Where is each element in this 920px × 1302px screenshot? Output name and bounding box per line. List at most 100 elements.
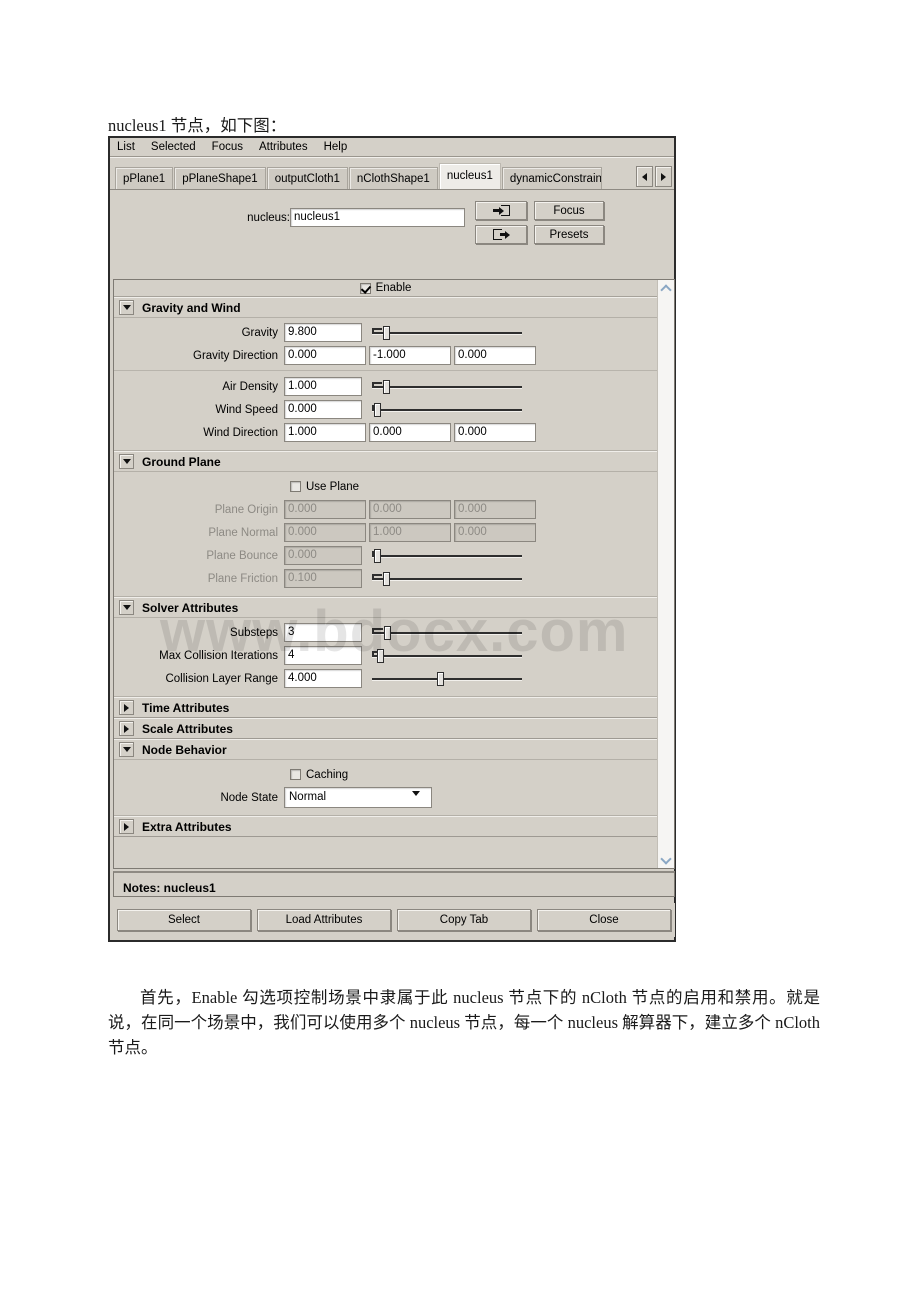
field-plane-friction[interactable]: 0.100	[284, 569, 362, 588]
notes-label: Notes: nucleus1	[123, 881, 216, 895]
slider-handle[interactable]	[383, 380, 390, 394]
row-plane-origin: Plane Origin 0.000 0.000 0.000	[114, 499, 657, 520]
tab-prev-button[interactable]	[636, 166, 653, 187]
menu-item-attributes[interactable]: Attributes	[259, 139, 316, 156]
menu-item-list[interactable]: List	[117, 139, 143, 156]
slider-handle[interactable]	[377, 649, 384, 663]
row-wind-direction: Wind Direction 1.000 0.000 0.000	[114, 422, 657, 443]
disclosure-triangle-ground-plane[interactable]	[119, 454, 134, 469]
menu-bar: List Selected Focus Attributes Help	[110, 138, 674, 157]
field-plane-origin-z[interactable]: 0.000	[454, 500, 536, 519]
arrow-into-box-icon	[492, 205, 510, 216]
tab-dynamicconstraintshape[interactable]: dynamicConstraintSha	[501, 167, 602, 189]
field-plane-origin-x[interactable]: 0.000	[284, 500, 366, 519]
section-header-time-attributes[interactable]: Time Attributes	[114, 697, 657, 718]
label-plane-friction: Plane Friction	[207, 572, 278, 585]
tab-nclothshape1[interactable]: nClothShape1	[348, 167, 438, 189]
disclosure-triangle-extra-attributes[interactable]	[119, 819, 134, 834]
field-plane-bounce[interactable]: 0.000	[284, 546, 362, 565]
field-wind-speed[interactable]: 0.000	[284, 400, 362, 419]
copy-tab-button[interactable]: Copy Tab	[397, 909, 531, 931]
disclosure-triangle-gravity-and-wind[interactable]	[119, 300, 134, 315]
use-plane-checkbox[interactable]: Use Plane	[290, 481, 359, 493]
field-wind-direction-y[interactable]: 0.000	[369, 423, 451, 442]
label-node-state: Node State	[220, 791, 278, 804]
label-collision-layer-range: Collision Layer Range	[165, 672, 278, 685]
field-substeps[interactable]: 3	[284, 623, 362, 642]
section-header-gravity-and-wind[interactable]: Gravity and Wind	[114, 297, 657, 318]
disclosure-triangle-scale-attributes[interactable]	[119, 721, 134, 736]
slider-handle[interactable]	[374, 549, 381, 563]
disclosure-triangle-solver-attributes[interactable]	[119, 600, 134, 615]
slider-handle[interactable]	[383, 326, 390, 340]
checkbox-box-use-plane	[290, 481, 301, 492]
slider-gravity[interactable]	[372, 323, 522, 342]
row-gravity: Gravity 9.800	[114, 322, 657, 343]
node-state-dropdown-button[interactable]	[412, 791, 430, 808]
enable-checkbox[interactable]: Enable	[359, 282, 411, 294]
menu-item-selected[interactable]: Selected	[151, 139, 204, 156]
attribute-scrollbar[interactable]	[657, 280, 674, 868]
save-node-button[interactable]	[475, 225, 527, 244]
section-header-node-behavior[interactable]: Node Behavior	[114, 739, 657, 760]
select-button[interactable]: Select	[117, 909, 251, 931]
field-plane-normal-y[interactable]: 1.000	[369, 523, 451, 542]
disclosure-triangle-node-behavior[interactable]	[119, 742, 134, 757]
scroll-up-button[interactable]	[659, 281, 674, 296]
section-ground-plane: Ground Plane Use Plane Plane Origin 0.00…	[114, 451, 657, 597]
slider-max-collision-iterations[interactable]	[372, 646, 522, 665]
slider-substeps[interactable]	[372, 623, 522, 642]
slider-handle[interactable]	[437, 672, 444, 686]
field-gravity[interactable]: 9.800	[284, 323, 362, 342]
scroll-down-button[interactable]	[659, 852, 674, 867]
node-name-input[interactable]: nucleus1	[290, 208, 465, 227]
slider-handle[interactable]	[383, 572, 390, 586]
section-title-extra-attributes: Extra Attributes	[142, 819, 232, 834]
section-time-attributes: Time Attributes	[114, 697, 657, 718]
tab-nucleus1[interactable]: nucleus1	[438, 163, 501, 189]
slider-plane-friction[interactable]	[372, 569, 522, 588]
load-node-button[interactable]	[475, 201, 527, 220]
menu-item-focus[interactable]: Focus	[212, 139, 251, 156]
section-header-solver-attributes[interactable]: Solver Attributes	[114, 597, 657, 618]
tab-scroll-arrows	[636, 166, 672, 187]
label-substeps: Substeps	[230, 626, 278, 639]
close-button[interactable]: Close	[537, 909, 671, 931]
chevron-left-icon	[642, 172, 647, 181]
field-max-collision-iterations[interactable]: 4	[284, 646, 362, 665]
slider-plane-bounce[interactable]	[372, 546, 522, 565]
menu-item-help[interactable]: Help	[324, 139, 356, 156]
slider-collision-layer-range[interactable]	[372, 669, 522, 688]
tab-pplaneshape1[interactable]: pPlaneShape1	[174, 167, 266, 189]
field-gravity-direction-x[interactable]: 0.000	[284, 346, 366, 365]
field-plane-normal-x[interactable]: 0.000	[284, 523, 366, 542]
load-attributes-button[interactable]: Load Attributes	[257, 909, 391, 931]
slider-handle[interactable]	[374, 403, 381, 417]
field-air-density[interactable]: 1.000	[284, 377, 362, 396]
field-wind-direction-x[interactable]: 1.000	[284, 423, 366, 442]
slider-air-density[interactable]	[372, 377, 522, 396]
section-header-ground-plane[interactable]: Ground Plane	[114, 451, 657, 472]
row-max-collision-iterations: Max Collision Iterations 4	[114, 645, 657, 666]
tab-next-button[interactable]	[655, 166, 672, 187]
tab-outputcloth1[interactable]: outputCloth1	[266, 167, 348, 189]
node-state-dropdown[interactable]: Normal	[284, 787, 432, 808]
caching-checkbox[interactable]: Caching	[290, 769, 348, 781]
slider-handle[interactable]	[384, 626, 391, 640]
field-gravity-direction-z[interactable]: 0.000	[454, 346, 536, 365]
field-gravity-direction-y[interactable]: -1.000	[369, 346, 451, 365]
row-plane-bounce: Plane Bounce 0.000	[114, 545, 657, 566]
presets-button[interactable]: Presets	[534, 225, 604, 244]
row-air-density: Air Density 1.000	[114, 376, 657, 397]
field-collision-layer-range[interactable]: 4.000	[284, 669, 362, 688]
focus-button[interactable]: Focus	[534, 201, 604, 220]
divider	[114, 370, 657, 371]
tab-pplane1[interactable]: pPlane1	[115, 167, 174, 189]
section-header-extra-attributes[interactable]: Extra Attributes	[114, 816, 657, 837]
field-plane-origin-y[interactable]: 0.000	[369, 500, 451, 519]
field-wind-direction-z[interactable]: 0.000	[454, 423, 536, 442]
disclosure-triangle-time-attributes[interactable]	[119, 700, 134, 715]
section-header-scale-attributes[interactable]: Scale Attributes	[114, 718, 657, 739]
slider-wind-speed[interactable]	[372, 400, 522, 419]
field-plane-normal-z[interactable]: 0.000	[454, 523, 536, 542]
